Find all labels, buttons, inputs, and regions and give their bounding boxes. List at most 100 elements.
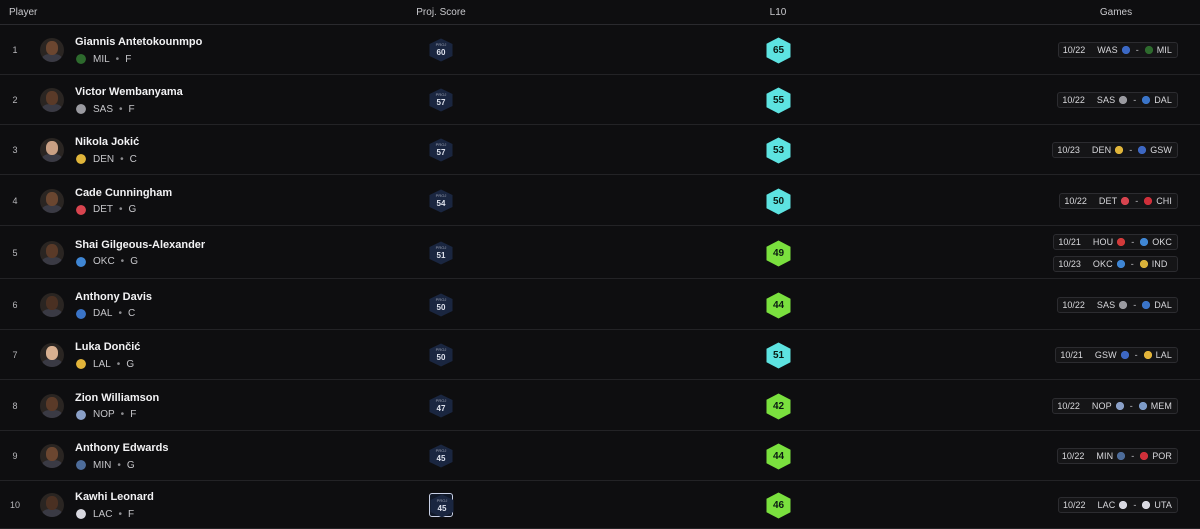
l10-badge[interactable]: 44 <box>766 443 791 470</box>
player-team-position: DET • G <box>75 203 136 217</box>
game-chip[interactable]: 10/22 NOP - MEM <box>1052 397 1178 414</box>
game-date: 10/22 <box>1062 95 1085 105</box>
proj-label: PROJ <box>435 244 447 250</box>
player-team-position: LAL • G <box>75 357 134 371</box>
column-header-games[interactable]: Games <box>1100 7 1132 18</box>
player-name[interactable]: Kawhi Leonard <box>75 491 154 503</box>
game-chip[interactable]: 10/22 SAS - DAL <box>1057 92 1178 108</box>
player-row[interactable]: 6 Anthony Davis DAL • C PROJ 50 44 10/22 SAS - DAL <box>0 279 1200 330</box>
column-header-proj-score[interactable]: Proj. Score <box>416 7 465 18</box>
game-chip[interactable]: 10/22 WAS - MIL <box>1057 42 1178 58</box>
proj-score-value: 45 <box>437 504 447 513</box>
player-team-position: MIN • G <box>75 458 135 472</box>
column-header-player[interactable]: Player <box>9 7 37 18</box>
away-team: SAS <box>1096 95 1116 105</box>
versus-separator: - <box>1131 236 1135 247</box>
proj-score-badge[interactable]: PROJ 50 <box>429 293 453 317</box>
player-row[interactable]: 2 Victor Wembanyama SAS • F PROJ 57 55 10/22 SAS -… <box>0 75 1200 125</box>
player-team-position: DEN • C <box>75 152 137 166</box>
l10-badge[interactable]: 55 <box>766 87 791 114</box>
player-name[interactable]: Nikola Jokić <box>75 136 139 148</box>
games-list: 10/22 LAC - UTA <box>1058 497 1178 513</box>
game-date: 10/23 <box>1058 258 1081 269</box>
uta-logo-icon <box>1141 500 1152 510</box>
game-chip[interactable]: 10/22 MIN - POR <box>1056 448 1178 464</box>
player-row[interactable]: 4 Cade Cunningham DET • G PROJ 54 50 10/22 DET - CH… <box>0 175 1200 226</box>
games-list: 10/22 SAS - DAL <box>1057 296 1178 313</box>
player-rank: 1 <box>12 45 18 55</box>
l10-badge[interactable]: 42 <box>766 393 791 420</box>
column-header-l10[interactable]: L10 <box>770 7 787 18</box>
game-date: 10/22 <box>1064 195 1087 206</box>
proj-score-badge[interactable]: PROJ 45 <box>429 444 453 468</box>
chi-logo-icon <box>1143 195 1154 206</box>
player-name[interactable]: Anthony Davis <box>75 291 152 303</box>
home-team: DAL <box>1154 95 1172 105</box>
home-team: DAL <box>1154 299 1172 310</box>
proj-label: PROJ <box>435 42 447 47</box>
player-row[interactable]: 8 Zion Williamson NOP • F PROJ 47 42 10/22 NOP - ME… <box>0 380 1200 431</box>
player-name[interactable]: Victor Wembanyama <box>75 86 183 98</box>
l10-badge[interactable]: 51 <box>766 342 791 369</box>
team-abbr: SAS <box>93 103 114 115</box>
proj-score-value: 50 <box>436 302 446 312</box>
proj-score-badge[interactable]: PROJ 57 <box>429 88 453 112</box>
player-row[interactable]: 7 Luka Dončić LAL • G PROJ 50 51 10/21 GSW - LAL <box>0 330 1200 380</box>
team-abbr: NOP <box>93 409 115 420</box>
team-abbr: DET <box>93 204 113 215</box>
l10-badge[interactable]: 46 <box>766 492 791 519</box>
player-team-position: SAS • F <box>75 102 135 116</box>
l10-badge[interactable]: 49 <box>766 240 791 267</box>
proj-score-badge[interactable]: PROJ 54 <box>429 189 453 213</box>
proj-score-value: 51 <box>436 250 446 260</box>
player-team-position: OKC • G <box>75 255 138 269</box>
player-row[interactable]: 10 Kawhi Leonard LAC • F PROJ 45 46 10/22 LAC - UTA <box>0 481 1200 529</box>
player-row[interactable]: 9 Anthony Edwards MIN • G PROJ 45 44 10/22 MIN - PO… <box>0 431 1200 481</box>
player-row[interactable]: 5 Shai Gilgeous-Alexander OKC • G PROJ 51 49 10/… <box>0 226 1200 279</box>
player-name[interactable]: Shai Gilgeous-Alexander <box>75 239 205 251</box>
l10-badge[interactable]: 65 <box>766 37 791 64</box>
home-team: LAL <box>1155 350 1172 360</box>
player-row[interactable]: 3 Nikola Jokić DEN • C PROJ 57 53 10/23 DEN - GSW <box>0 125 1200 175</box>
proj-score-value: 50 <box>436 353 446 362</box>
proj-score-badge[interactable]: PROJ 47 <box>429 394 453 418</box>
game-chip[interactable]: 10/22 SAS - DAL <box>1057 296 1178 313</box>
proj-score-badge[interactable]: PROJ 60 <box>429 38 453 62</box>
separator-dot: • <box>116 358 121 370</box>
game-date: 10/22 <box>1057 400 1080 411</box>
proj-score-badge[interactable]: PROJ 50 <box>429 343 453 367</box>
player-name[interactable]: Anthony Edwards <box>75 442 169 454</box>
games-list: 10/22 SAS - DAL <box>1057 92 1178 108</box>
player-rank: 3 <box>12 145 18 155</box>
player-rank: 2 <box>12 95 18 105</box>
player-name[interactable]: Zion Williamson <box>75 392 159 404</box>
game-chip[interactable]: 10/23 OKC - IND <box>1053 255 1178 272</box>
player-name[interactable]: Cade Cunningham <box>75 187 172 199</box>
player-row[interactable]: 1 Giannis Antetokounmpo MIL • F PROJ 60 65 10/22… <box>0 25 1200 75</box>
sas-logo-icon <box>1118 95 1129 105</box>
player-position: F <box>125 53 132 65</box>
home-team: MEM <box>1150 400 1172 411</box>
proj-score-badge[interactable]: PROJ 57 <box>429 138 453 162</box>
proj-label: PROJ <box>435 347 447 352</box>
l10-badge[interactable]: 50 <box>766 188 791 215</box>
proj-score-badge[interactable]: PROJ 51 <box>429 241 453 265</box>
separator-dot: • <box>115 53 120 65</box>
game-chip[interactable]: 10/23 DEN - GSW <box>1052 142 1178 158</box>
player-avatar <box>40 292 64 317</box>
game-chip[interactable]: 10/21 GSW - LAL <box>1055 347 1178 363</box>
mem-logo-icon <box>1137 400 1148 411</box>
game-chip[interactable]: 10/22 DET - CHI <box>1059 192 1178 209</box>
player-name[interactable]: Luka Dončić <box>75 341 140 353</box>
game-chip[interactable]: 10/21 HOU - OKC <box>1053 233 1178 250</box>
player-rank: 10 <box>9 500 20 510</box>
games-list: 10/22 WAS - MIL <box>1057 42 1178 58</box>
games-list: 10/22 DET - CHI <box>1059 192 1178 209</box>
player-rank: 4 <box>12 195 18 206</box>
l10-badge[interactable]: 53 <box>766 137 791 164</box>
l10-badge[interactable]: 44 <box>766 292 791 319</box>
game-chip[interactable]: 10/22 LAC - UTA <box>1058 497 1178 513</box>
player-position: C <box>129 153 137 165</box>
player-name[interactable]: Giannis Antetokounmpo <box>75 36 202 48</box>
proj-score-badge[interactable]: PROJ 45 <box>429 493 454 518</box>
